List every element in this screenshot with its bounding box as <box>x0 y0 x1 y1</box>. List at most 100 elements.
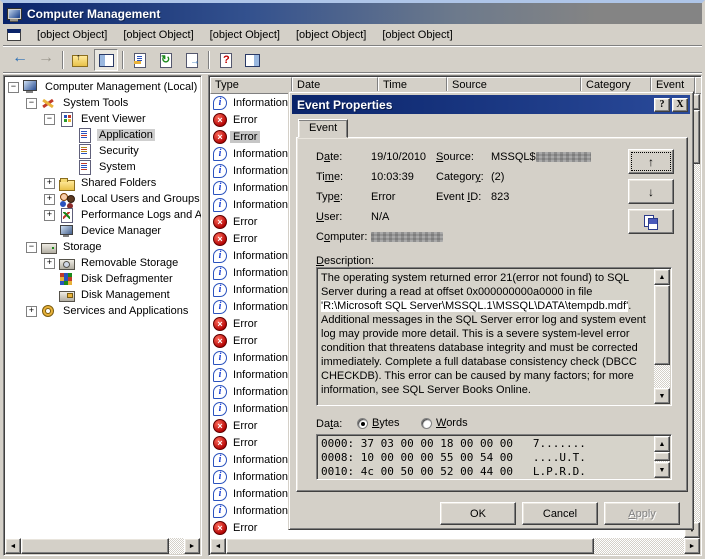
back-button[interactable] <box>8 49 32 71</box>
error-icon: × <box>213 112 227 127</box>
tree-item-security[interactable]: Security <box>4 143 201 159</box>
menu-items: [object Object] [object Object] [object Ob… <box>29 29 461 41</box>
description-box[interactable]: The operating system returned error 21(e… <box>316 267 672 406</box>
description-highlight: 'R:\Microsoft SQL Server\MSSQL.1\MSSQL\D… <box>321 300 629 312</box>
collapse-icon[interactable]: − <box>8 81 19 93</box>
properties-button[interactable] <box>128 49 152 71</box>
forward-button[interactable] <box>34 49 58 71</box>
column-header-type[interactable]: Type <box>210 77 292 94</box>
scrollbar-track[interactable] <box>654 365 670 388</box>
tree-item-services-and-applications[interactable]: + Services and Applications <box>4 303 201 319</box>
log-security-icon <box>77 144 93 159</box>
collapse-icon[interactable]: − <box>26 241 37 253</box>
menu-view[interactable]: [object Object] <box>202 26 288 45</box>
show-hide-tree-button[interactable] <box>94 48 118 71</box>
scrollbar-track[interactable] <box>594 538 684 554</box>
hex-line: 0008: 10 00 00 00 55 00 54 00 ....U.T. <box>321 451 586 464</box>
expand-icon[interactable]: + <box>44 177 55 189</box>
scroll-down-button[interactable]: ▼ <box>654 388 670 404</box>
scrollbar-thumb[interactable] <box>654 285 670 365</box>
scroll-left-button[interactable]: ◄ <box>210 538 226 554</box>
menu-window[interactable]: [object Object] <box>288 26 374 45</box>
ok-button[interactable]: OK <box>440 502 516 525</box>
show-panel-button[interactable] <box>240 49 264 71</box>
scroll-right-button[interactable]: ► <box>684 538 700 554</box>
tree-item-local-users-and-groups[interactable]: + Local Users and Groups <box>4 191 201 207</box>
show-hide-tree-icon <box>98 52 114 67</box>
tree-item-storage[interactable]: − Storage <box>4 239 201 255</box>
up-one-level-button[interactable] <box>68 49 92 71</box>
column-header-filler <box>695 77 701 94</box>
collapse-icon[interactable]: − <box>44 113 55 125</box>
next-event-button[interactable]: ↓ <box>628 179 674 204</box>
hex-scrollbar[interactable]: ▲ ▼ <box>654 436 670 478</box>
dialog-help-button[interactable]: ? <box>654 97 670 112</box>
refresh-button[interactable] <box>154 49 178 71</box>
expand-icon[interactable]: + <box>26 305 37 317</box>
event-type-label: Error <box>233 419 258 432</box>
computer-management-window: Computer Management [object Object] [obje… <box>0 0 705 559</box>
toolbar-separator <box>62 50 64 69</box>
apply-button: Apply <box>604 502 680 525</box>
event-type-label: Information <box>233 402 289 415</box>
scrollbar-thumb[interactable] <box>21 538 169 554</box>
scroll-right-button[interactable]: ► <box>184 538 200 554</box>
tree-horizontal-scrollbar[interactable]: ◄ ► <box>5 538 200 554</box>
cancel-button[interactable]: Cancel <box>522 502 598 525</box>
tree-item-application[interactable]: Application <box>4 127 201 143</box>
expand-icon[interactable]: + <box>44 257 55 269</box>
expand-icon[interactable]: + <box>44 209 55 221</box>
tree-item-performance-logs-and-alerts[interactable]: + Performance Logs and Alerts <box>4 207 201 223</box>
radio-label: Words <box>436 417 468 429</box>
scrollbar-thumb[interactable] <box>654 452 670 461</box>
hex-data-box[interactable]: 0000: 37 03 00 00 18 00 00 00 7....... 00… <box>316 434 672 480</box>
description-scrollbar[interactable]: ▲ ▼ <box>654 269 670 404</box>
tree-item-label: Event Viewer <box>81 113 146 125</box>
event-type-label: Information <box>233 283 289 296</box>
menu-help[interactable]: [object Object] <box>374 26 460 45</box>
information-icon: i <box>213 299 227 314</box>
event-type-label: Error <box>233 334 258 347</box>
expand-icon[interactable]: + <box>44 193 55 205</box>
tree-item-system-tools[interactable]: − System Tools <box>4 95 201 111</box>
scroll-up-button[interactable]: ▲ <box>654 436 670 452</box>
tab-event[interactable]: Event <box>298 119 349 138</box>
scroll-left-button[interactable]: ◄ <box>5 538 21 554</box>
tree-item-disk-management[interactable]: Disk Management <box>4 287 201 303</box>
export-list-button[interactable] <box>180 49 204 71</box>
dialog-close-button[interactable]: X <box>672 97 688 112</box>
tree-item-disk-defragmenter[interactable]: Disk Defragmenter <box>4 271 201 287</box>
scroll-up-button[interactable]: ▲ <box>654 269 670 285</box>
scroll-down-button[interactable]: ▼ <box>654 462 670 478</box>
tree-item-label: Storage <box>63 241 102 253</box>
radio-button[interactable] <box>421 417 432 429</box>
scrollbar-thumb[interactable] <box>226 538 594 554</box>
up-one-level-icon <box>72 52 88 67</box>
menu-action[interactable]: [object Object] <box>115 26 201 45</box>
copy-icon <box>644 214 658 230</box>
copy-event-button[interactable] <box>628 209 674 234</box>
tree-item-shared-folders[interactable]: + Shared Folders <box>4 175 201 191</box>
storage-icon <box>41 240 57 254</box>
tree-item-system[interactable]: System <box>4 159 201 175</box>
previous-event-button[interactable]: ↑ <box>628 149 674 174</box>
window-titlebar[interactable]: Computer Management <box>3 3 702 24</box>
tree-item-event-viewer[interactable]: − Event Viewer <box>4 111 201 127</box>
radio-bytes[interactable]: Bytes <box>357 417 400 429</box>
menu-file[interactable]: [object Object] <box>29 26 115 45</box>
tree-item-removable-storage[interactable]: + Removable Storage <box>4 255 201 271</box>
dialog-titlebar[interactable]: Event Properties ? X <box>292 95 690 114</box>
toolbar <box>3 47 702 73</box>
tree-item-device-manager[interactable]: Device Manager <box>4 223 201 239</box>
removable-storage-icon <box>59 256 75 270</box>
services-icon <box>41 304 57 318</box>
collapse-icon[interactable]: − <box>26 97 37 109</box>
help-button[interactable] <box>214 49 238 71</box>
tree-item-computer-management-local[interactable]: − Computer Management (Local) <box>4 79 201 95</box>
scrollbar-track[interactable] <box>169 538 184 554</box>
redacted-value <box>371 232 443 242</box>
radio-words[interactable]: Words <box>421 417 468 429</box>
radio-button[interactable] <box>357 417 368 429</box>
disk-mgmt-icon <box>59 288 75 302</box>
list-horizontal-scrollbar[interactable]: ◄ ► <box>210 538 700 554</box>
